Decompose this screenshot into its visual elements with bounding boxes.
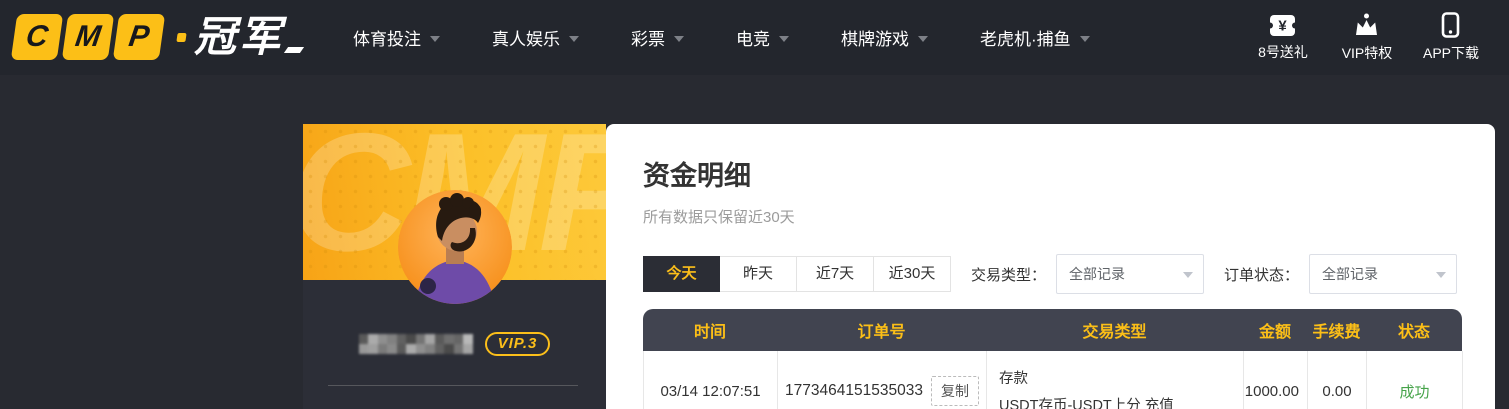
chevron-down-icon <box>779 35 789 42</box>
chevron-down-icon <box>1079 35 1090 42</box>
transaction-type-select[interactable]: 全部记录 <box>1056 254 1205 294</box>
cell-fee: 0.00 <box>1308 351 1367 409</box>
tab-today[interactable]: 今天 <box>643 256 720 292</box>
nav-item-slots-fishing[interactable]: 老虎机·捕鱼 <box>980 25 1090 50</box>
funds-table: 时间 订单号 交易类型 金额 手续费 状态 03/14 12:07:51 177… <box>643 309 1463 409</box>
cell-order-no: 1773464151535033 复制 <box>778 351 987 409</box>
crown-icon <box>1356 13 1378 35</box>
cell-type: 存款 USDT存币-USDT上分 充值 <box>987 351 1244 409</box>
date-range-tabs: 今天 昨天 近7天 近30天 <box>643 256 951 292</box>
brand-logo[interactable]: C M P 冠军 <box>10 13 305 60</box>
col-order-no: 订单号 <box>857 324 906 341</box>
table-header: 时间 订单号 交易类型 金额 手续费 状态 <box>643 309 1462 351</box>
funds-panel: 资金明细 所有数据只保留近30天 今天 昨天 近7天 近30天 交易类型： 全部… <box>606 124 1495 409</box>
table-row: 03/14 12:07:51 1773464151535033 复制 存款 US… <box>643 351 1463 409</box>
col-status: 状态 <box>1397 324 1430 341</box>
gift-voucher-icon: ¥ <box>1269 14 1297 36</box>
username-blurred <box>358 334 473 354</box>
page-title: 资金明细 <box>643 161 751 191</box>
cell-time: 03/14 12:07:51 <box>644 351 778 409</box>
tab-last-7-days[interactable]: 近7天 <box>797 256 874 292</box>
sidebar-divider <box>328 385 578 386</box>
chevron-down-icon <box>1183 272 1194 278</box>
logo-letter-box: P <box>112 14 166 60</box>
top-navbar: C M P 冠军 体育投注 真人娱乐 彩票 电竞 棋牌游戏 老虎机·捕鱼 ¥ 8… <box>0 0 1509 75</box>
app-download-link[interactable]: APP下载 <box>1423 12 1479 63</box>
user-row: VIP.3 <box>303 332 606 356</box>
profile-sidebar: CMP <box>303 124 606 409</box>
tab-yesterday[interactable]: 昨天 <box>720 256 797 292</box>
nav-item-sports[interactable]: 体育投注 <box>353 25 440 50</box>
order-status-label: 订单状态： <box>1224 266 1300 284</box>
logo-letter-box: C <box>10 14 64 60</box>
copy-order-button[interactable]: 复制 <box>930 376 979 406</box>
logo-letter-box: M <box>61 14 115 60</box>
nav-item-live-casino[interactable]: 真人娱乐 <box>492 25 579 50</box>
cell-status: 成功 <box>1367 351 1463 409</box>
avatar[interactable] <box>397 190 512 304</box>
col-amount: 金额 <box>1258 324 1291 341</box>
chevron-down-icon <box>918 35 928 42</box>
quick-links: ¥ 8号送礼 VIP特权 APP下载 <box>1255 0 1479 75</box>
col-type: 交易类型 <box>1082 324 1147 341</box>
vip-privileges-link[interactable]: VIP特权 <box>1339 13 1395 63</box>
chevron-down-icon <box>1436 272 1447 278</box>
order-status-select[interactable]: 全部记录 <box>1309 254 1458 294</box>
nav-item-esports[interactable]: 电竞 <box>736 25 789 50</box>
nav-item-lottery[interactable]: 彩票 <box>631 25 684 50</box>
col-time: 时间 <box>693 324 726 341</box>
transaction-type-label: 交易类型： <box>971 266 1047 284</box>
phone-icon <box>1442 12 1460 38</box>
logo-dot <box>176 32 187 42</box>
chevron-down-icon <box>569 35 579 42</box>
cell-amount: 1000.00 <box>1244 351 1308 409</box>
main-nav: 体育投注 真人娱乐 彩票 电竞 棋牌游戏 老虎机·捕鱼 <box>353 0 1090 75</box>
nav-item-board-games[interactable]: 棋牌游戏 <box>841 25 928 50</box>
brand-name: 冠军 <box>194 13 285 60</box>
page-subtitle: 所有数据只保留近30天 <box>643 209 795 226</box>
chevron-down-icon <box>430 35 440 42</box>
vip-level-badge: VIP.3 <box>484 332 551 356</box>
filter-toolbar: 今天 昨天 近7天 近30天 交易类型： 全部记录 订单状态： 全部记录 <box>643 254 1495 294</box>
col-fee: 手续费 <box>1312 324 1361 341</box>
chevron-down-icon <box>674 35 684 42</box>
logo-dash <box>283 47 305 53</box>
tab-last-30-days[interactable]: 近30天 <box>874 256 951 292</box>
svg-text:¥: ¥ <box>1279 17 1288 34</box>
gift-promo-link[interactable]: ¥ 8号送礼 <box>1255 14 1311 62</box>
